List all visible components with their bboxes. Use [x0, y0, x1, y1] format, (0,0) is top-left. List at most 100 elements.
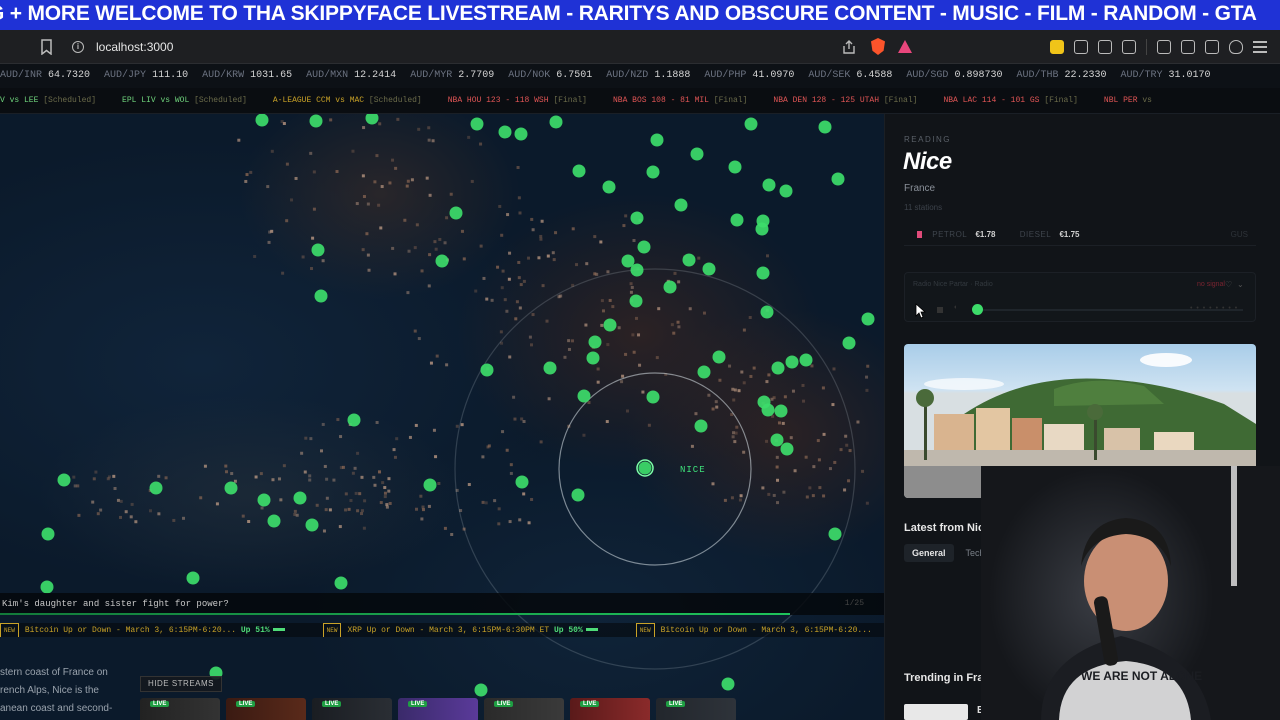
radio-station-dot[interactable] — [603, 318, 617, 332]
radio-station-dot[interactable] — [480, 363, 494, 377]
radio-station-dot[interactable] — [690, 147, 704, 161]
sports-score-item[interactable]: NBA BOS 108 - 81 MIL [Final] — [613, 88, 747, 113]
radio-station-dot[interactable] — [586, 351, 600, 365]
radio-station-dot[interactable] — [712, 350, 726, 364]
sports-score-item[interactable]: EPL LIV vs WOL [Scheduled] — [122, 88, 247, 113]
radio-station-dot[interactable] — [702, 262, 716, 276]
market-item[interactable]: NEW XRP Up or Down - March 3, 6:15PM-6:30… — [322, 623, 598, 637]
brave-rewards-icon[interactable] — [898, 40, 912, 53]
radio-station-dot[interactable] — [311, 243, 325, 257]
radio-station-dot[interactable] — [730, 213, 744, 227]
chevron-down-icon[interactable]: ⌄ — [1237, 281, 1245, 289]
puzzle-icon[interactable] — [1098, 40, 1112, 54]
radio-station-dot[interactable] — [257, 493, 271, 507]
stream-thumbnail[interactable]: LIVE — [140, 698, 220, 720]
radio-station-dot[interactable] — [771, 361, 785, 375]
radio-station-dot[interactable] — [470, 117, 484, 131]
radio-station-dot[interactable] — [861, 312, 875, 326]
sports-score-item[interactable]: NBL PER vs — [1104, 88, 1152, 113]
radio-station-dot[interactable] — [365, 114, 379, 125]
radio-station-dot[interactable] — [646, 390, 660, 404]
radio-station-dot[interactable] — [347, 413, 361, 427]
share-icon[interactable] — [842, 40, 856, 54]
radio-station-dot[interactable] — [831, 172, 845, 186]
radio-station-dot[interactable] — [818, 120, 832, 134]
radio-station-dot[interactable] — [650, 133, 664, 147]
radio-station-dot[interactable] — [305, 518, 319, 532]
radio-station-dot[interactable] — [637, 240, 651, 254]
radio-station-dot[interactable] — [309, 114, 323, 128]
radio-station-dot[interactable] — [780, 442, 794, 456]
radio-station-dot[interactable] — [630, 211, 644, 225]
radio-station-dot[interactable] — [828, 527, 842, 541]
bookmark-icon[interactable] — [40, 39, 53, 55]
extension-icon[interactable] — [1122, 40, 1136, 54]
radio-station-dot[interactable] — [799, 353, 813, 367]
radio-station-dot[interactable] — [474, 683, 488, 697]
radio-station-dot[interactable] — [314, 289, 328, 303]
market-item[interactable]: NEW Bitcoin Up or Down - March 3, 6:15PM-… — [635, 623, 872, 637]
radio-station-dot[interactable] — [602, 180, 616, 194]
radio-station-dot[interactable] — [629, 294, 643, 308]
sports-score-item[interactable]: NBA HOU 123 - 118 WSH [Final] — [448, 88, 587, 113]
radio-station-dot[interactable] — [449, 206, 463, 220]
radio-station-dot[interactable] — [694, 419, 708, 433]
extension-icon[interactable] — [1050, 40, 1064, 54]
radio-station-dot[interactable] — [728, 160, 742, 174]
radio-station-dot[interactable] — [761, 403, 775, 417]
stream-thumbnail[interactable]: LIVE — [484, 698, 564, 720]
radio-station-dot[interactable] — [774, 404, 788, 418]
radio-station-dot[interactable] — [186, 571, 200, 585]
brave-shields-icon[interactable] — [871, 38, 885, 55]
radio-station-dot[interactable] — [255, 114, 269, 127]
radio-station-dot[interactable] — [57, 473, 71, 487]
vpn-icon[interactable] — [1229, 40, 1243, 54]
sports-score-item[interactable]: V vs LEE [Scheduled] — [0, 88, 96, 113]
radio-station-dot[interactable] — [682, 253, 696, 267]
heart-icon[interactable]: ♡ — [1225, 281, 1233, 289]
extension-icon[interactable] — [1074, 40, 1088, 54]
hide-streams-button[interactable]: HIDE STREAMS — [140, 676, 223, 692]
sports-score-item[interactable]: A-LEAGUE CCM vs MAC [Scheduled] — [273, 88, 422, 113]
radio-station-dot[interactable] — [842, 336, 856, 350]
radio-station-dot[interactable] — [721, 677, 735, 691]
stream-thumbnail[interactable]: LIVE — [226, 698, 306, 720]
menu-icon[interactable] — [1253, 41, 1267, 53]
radio-station-dot[interactable] — [515, 475, 529, 489]
radio-station-dot[interactable] — [756, 266, 770, 280]
address-bar[interactable]: localhost:3000 — [96, 40, 173, 54]
radio-station-dot[interactable] — [149, 481, 163, 495]
sports-score-item[interactable]: NBA LAC 114 - 101 GS [Final] — [943, 88, 1077, 113]
radio-station-dot[interactable] — [762, 178, 776, 192]
radio-station-dot[interactable] — [571, 488, 585, 502]
radio-station-dot[interactable] — [514, 127, 528, 141]
radio-station-dot[interactable] — [577, 389, 591, 403]
radio-station-dot[interactable] — [785, 355, 799, 369]
radio-station-dot[interactable] — [293, 491, 307, 505]
leo-icon[interactable] — [1205, 40, 1219, 54]
headline-ticker[interactable]: Kim's daughter and sister fight for powe… — [0, 593, 884, 615]
radio-station-dot[interactable] — [770, 433, 784, 447]
radio-station-dot[interactable] — [543, 361, 557, 375]
site-info-icon[interactable]: i — [72, 41, 84, 53]
radio-station-dot[interactable] — [674, 198, 688, 212]
radio-station-dot[interactable] — [630, 263, 644, 277]
stop-button[interactable] — [937, 307, 943, 313]
wallet-icon[interactable] — [1181, 40, 1195, 54]
market-item[interactable]: NEW Bitcoin Up or Down - March 3, 6:15PM-… — [0, 623, 285, 637]
radio-station-dot[interactable] — [498, 125, 512, 139]
radio-station-dot[interactable] — [588, 335, 602, 349]
radio-station-dot[interactable] — [697, 365, 711, 379]
radio-station-dot[interactable] — [435, 254, 449, 268]
radio-station-dot[interactable] — [638, 461, 652, 475]
stream-thumbnail[interactable]: LIVE — [312, 698, 392, 720]
radio-station-dot[interactable] — [779, 184, 793, 198]
tab-general[interactable]: General — [904, 544, 954, 562]
radio-station-dot[interactable] — [646, 165, 660, 179]
radio-station-dot[interactable] — [41, 527, 55, 541]
radio-station-dot[interactable] — [224, 481, 238, 495]
trending-thumbnail[interactable] — [904, 704, 968, 720]
radio-station-dot[interactable] — [334, 576, 348, 590]
radio-station-dot[interactable] — [744, 117, 758, 131]
sports-score-item[interactable]: NBA DEN 128 - 125 UTAH [Final] — [773, 88, 917, 113]
